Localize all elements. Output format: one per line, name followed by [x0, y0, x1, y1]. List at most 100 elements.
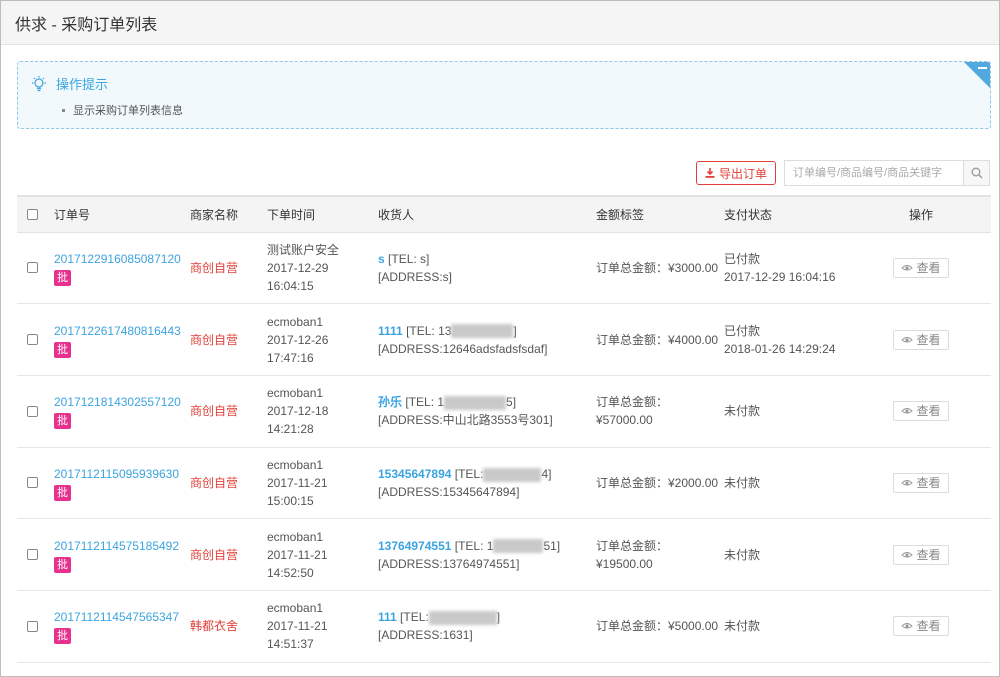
order-number-link[interactable]: 2017122617480816443	[54, 322, 190, 340]
merchant-name: 商创自营	[190, 547, 239, 562]
order-user: ecmoban1	[267, 529, 324, 544]
search-button[interactable]	[963, 161, 989, 185]
consignee-tel: [TEL:	[400, 610, 429, 625]
col-merchant: 商家名称	[190, 196, 267, 233]
consignee-address: [ADDRESS:s]	[378, 269, 453, 284]
order-date: 2017-11-21	[267, 547, 328, 562]
view-button[interactable]: 查看	[893, 329, 949, 350]
merchant-name: 商创自营	[190, 404, 239, 419]
consignee-tel-end: ]	[496, 610, 501, 625]
bullet-icon	[62, 108, 65, 112]
order-number-link[interactable]: 2017122916085087120	[54, 250, 190, 268]
col-actions: 操作	[851, 196, 991, 233]
wholesale-badge: 批	[54, 484, 71, 501]
eye-icon	[901, 336, 914, 343]
tip-item: 显示采购订单列表信息	[62, 102, 183, 118]
redacted-phone	[483, 467, 542, 482]
export-orders-label: 导出订单	[718, 166, 767, 181]
wholesale-badge: 批	[54, 341, 71, 358]
view-button[interactable]: 查看	[893, 401, 949, 422]
amount-text: 订单总金额：	[596, 538, 669, 553]
consignee-address: [ADDRESS:中山北路3553号301]	[378, 413, 553, 428]
search-box	[784, 160, 990, 186]
eye-icon	[901, 408, 914, 414]
order-number-link[interactable]: 2017112115095939630	[54, 465, 190, 483]
view-button[interactable]: 查看	[893, 257, 949, 278]
consignee-address: [ADDRESS:13764974551]	[378, 556, 520, 571]
order-date: 2017-12-18	[267, 404, 329, 419]
consignee-tel-end: 4]	[541, 466, 552, 481]
tip-item-text: 显示采购订单列表信息	[73, 105, 183, 117]
merchant-name: 韩都衣舍	[190, 619, 239, 634]
wholesale-badge: 批	[54, 269, 71, 286]
consignee-tel-end: 51]	[543, 538, 561, 553]
tips-heading: 操作提示	[30, 74, 108, 93]
table-row: 2017112115095939630 批 商创自营 ecmoban1 2017-1…	[17, 447, 991, 520]
order-number-link[interactable]: 2017121814302557120	[54, 393, 190, 411]
order-user: ecmoban1	[267, 314, 324, 329]
order-date: 2017-11-21	[267, 475, 328, 490]
operation-tips-panel: 操作提示 显示采购订单列表信息	[17, 61, 991, 129]
page-title: 供求 - 采购订单列表	[15, 16, 158, 34]
export-orders-button[interactable]: 导出订单	[695, 161, 776, 185]
row-checkbox[interactable]	[27, 334, 38, 346]
consignee-tel: [TEL: 1	[405, 395, 445, 410]
consignee-address: [ADDRESS:1631]	[378, 628, 473, 643]
consignee-address: [ADDRESS:15345647894]	[378, 484, 520, 499]
search-input[interactable]	[785, 161, 963, 185]
download-icon	[705, 168, 715, 178]
table-row: 2017122916085087120 批 商创自营 测试账户安全 2017-12-…	[17, 232, 991, 305]
tips-heading-text: 操作提示	[56, 77, 109, 92]
row-checkbox[interactable]	[27, 477, 38, 489]
row-checkbox[interactable]	[27, 405, 38, 417]
view-button[interactable]: 查看	[893, 472, 949, 493]
consignee-name: s	[378, 251, 385, 266]
redacted-phone	[428, 611, 497, 626]
table-row: 2017112114547565347 批 韩都衣舍 ecmoban1 2017-1…	[17, 590, 991, 663]
table-row	[17, 662, 991, 677]
consignee-name: 111	[378, 610, 397, 625]
redacted-phone	[451, 324, 514, 339]
consignee-name: 孙乐	[378, 395, 403, 410]
amount-text: 订单总金额：¥4000.00	[596, 332, 719, 347]
order-date: 2017-12-26	[267, 332, 329, 347]
view-button-label: 查看	[916, 332, 941, 347]
table-row: 2017121814302557120 批 商创自营 ecmoban1 2017-1…	[17, 375, 991, 448]
table-header: 订单号 商家名称 下单时间 收货人 金额标签 支付状态 操作	[17, 196, 991, 233]
minus-icon[interactable]	[978, 67, 987, 69]
consignee-tel-end: 5]	[506, 395, 517, 410]
row-checkbox[interactable]	[27, 549, 38, 561]
row-checkbox[interactable]	[27, 620, 38, 632]
eye-icon	[901, 479, 914, 486]
order-user: ecmoban1	[267, 386, 324, 401]
merchant-name: 商创自营	[190, 475, 239, 490]
pay-status: 已付款	[724, 323, 761, 338]
redacted-phone	[444, 396, 507, 411]
row-checkbox[interactable]	[27, 262, 38, 274]
col-amount: 金额标签	[596, 196, 724, 233]
consignee-tel: [TEL:	[454, 466, 484, 481]
col-order-time: 下单时间	[267, 196, 378, 233]
order-time: 14:21:28	[267, 422, 314, 437]
orders-table: 订单号 商家名称 下单时间 收货人 金额标签 支付状态 操作 201712291…	[17, 195, 991, 677]
order-date: 2017-12-29	[267, 260, 329, 275]
pay-status: 未付款	[724, 619, 761, 634]
order-number-link[interactable]: 2017112114575185492	[54, 537, 190, 555]
view-button-label: 查看	[916, 260, 941, 275]
eye-icon	[901, 623, 914, 629]
amount-text: 订单总金额：¥2000.00	[596, 475, 719, 490]
order-time: 16:04:15	[267, 278, 314, 293]
select-all-checkbox[interactable]	[27, 208, 38, 220]
amount-text: 订单总金额：	[596, 395, 669, 410]
collapse-corner[interactable]	[964, 62, 990, 88]
consignee-tel: [TEL: 13	[406, 323, 452, 338]
view-button[interactable]: 查看	[893, 544, 949, 565]
pay-status: 已付款	[724, 251, 761, 266]
col-consignee: 收货人	[378, 196, 596, 233]
consignee-tel: [TEL: 1	[454, 538, 494, 553]
redacted-phone	[493, 539, 544, 554]
pay-status: 未付款	[724, 475, 761, 490]
order-number-link[interactable]: 2017112114547565347	[54, 608, 190, 626]
view-button[interactable]: 查看	[893, 616, 949, 637]
merchant-name: 商创自营	[190, 332, 239, 347]
